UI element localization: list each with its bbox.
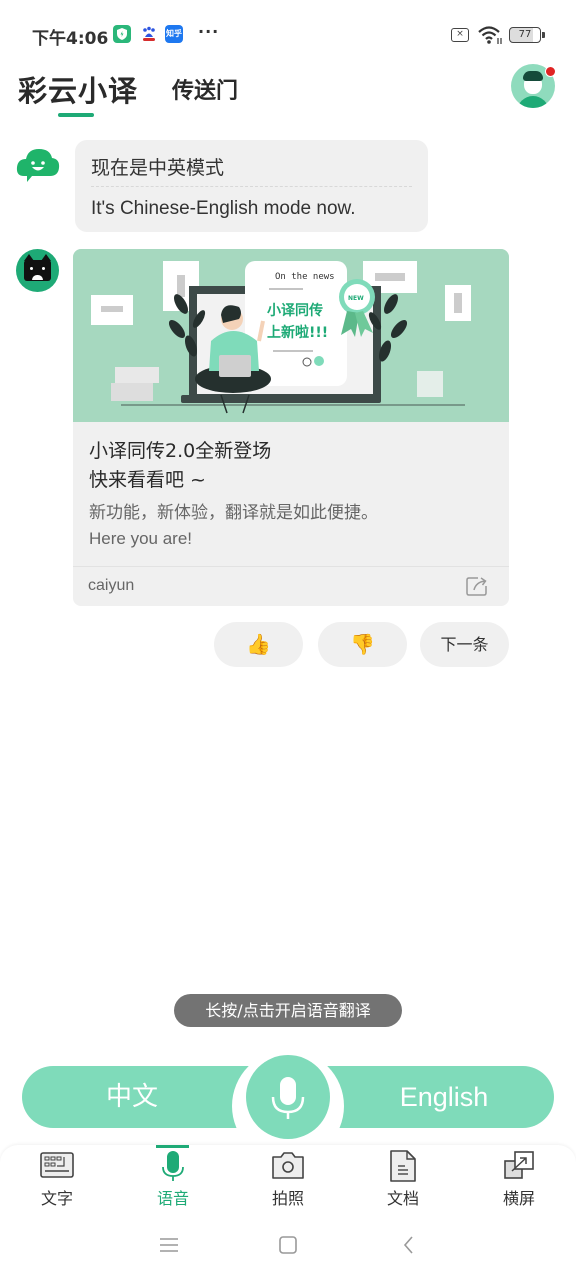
card-description: 新功能，新体验，翻译就是如此便捷。 Here you are! — [89, 500, 378, 552]
mode-message-chinese: 现在是中英模式 — [91, 157, 225, 179]
mode-message-bubble: 现在是中英模式 It's Chinese-English mode now. — [75, 140, 428, 232]
card-title-line-2: 快来看看吧 ~ — [89, 469, 206, 491]
microphone-icon — [156, 1150, 190, 1181]
no-sim-icon: × — [451, 28, 469, 42]
share-icon[interactable] — [466, 576, 488, 596]
nav-label-text: 文字 — [40, 1189, 73, 1208]
card-title-line-1: 小译同传2.0全新登场 — [89, 440, 272, 462]
next-button[interactable]: 下一条 — [420, 622, 509, 667]
back-icon[interactable] — [397, 1233, 421, 1257]
bubble-divider — [91, 186, 412, 187]
tab-portal[interactable]: 传送门 — [172, 73, 238, 105]
landscape-icon — [502, 1150, 536, 1180]
avatar-hair — [523, 71, 543, 81]
source-language-button[interactable]: 中文 — [22, 1066, 262, 1128]
tab-caiyun-translate[interactable]: 彩云小译 — [18, 68, 138, 110]
camera-icon — [271, 1150, 305, 1180]
nav-item-text[interactable]: 文字 — [17, 1145, 97, 1213]
news-banner-image[interactable]: On the news 小译同传 上新啦!!! NEW — [73, 249, 509, 422]
wifi-icon — [477, 24, 503, 46]
nav-item-document[interactable]: 文档 — [363, 1145, 443, 1213]
baidu-app-icon — [140, 25, 158, 43]
bottom-nav: 文字 语音 拍照 文档 横屏 — [0, 1145, 576, 1213]
home-icon[interactable] — [276, 1233, 300, 1257]
card-divider — [73, 566, 509, 567]
banner-new-badge: NEW — [348, 295, 364, 302]
banner-header-text: On the news — [275, 272, 335, 282]
like-button[interactable]: 👍 — [214, 622, 303, 667]
thumbs-up-icon: 👍 — [246, 632, 271, 656]
news-card[interactable]: On the news 小译同传 上新啦!!! NEW 小译同传2.0全新登场 … — [73, 249, 509, 606]
card-desc-line-1: 新功能，新体验，翻译就是如此便捷。 — [89, 503, 378, 523]
mode-message-english: It's Chinese-English mode now. — [91, 198, 356, 219]
card-desc-line-2: Here you are! — [89, 529, 192, 548]
banner-headline-2: 上新啦!!! — [267, 324, 328, 341]
nav-item-voice[interactable]: 语音 — [133, 1145, 213, 1213]
nav-item-landscape[interactable]: 横屏 — [479, 1145, 559, 1213]
card-source: caiyun — [88, 577, 135, 594]
dislike-button[interactable]: 👎 — [318, 622, 407, 667]
shield-app-icon — [113, 25, 131, 43]
menu-icon[interactable] — [157, 1233, 181, 1257]
target-language-button[interactable]: English — [314, 1066, 554, 1128]
battery-indicator: 77 — [509, 27, 545, 43]
more-notifications-icon: ··· — [198, 22, 220, 41]
voice-record-button[interactable] — [246, 1055, 330, 1139]
zhihu-app-icon: 知乎 — [165, 25, 183, 43]
nav-label-voice: 语音 — [156, 1189, 189, 1208]
document-icon — [386, 1150, 420, 1182]
thumbs-down-icon: 👎 — [350, 632, 375, 656]
banner-headline-1: 小译同传 — [267, 302, 323, 319]
nav-label-photo: 拍照 — [271, 1189, 304, 1208]
keyboard-icon — [40, 1150, 74, 1180]
microphone-icon — [271, 1077, 305, 1119]
avatar-body — [517, 96, 549, 108]
header: 彩云小译 传送门 — [0, 60, 576, 120]
cat-bot-avatar — [16, 249, 59, 292]
caiyun-bot-icon — [16, 146, 60, 182]
system-nav-bar — [0, 1213, 576, 1280]
notification-dot — [545, 66, 556, 77]
nav-label-landscape: 横屏 — [502, 1189, 535, 1208]
cat-face-icon — [24, 254, 51, 281]
card-title: 小译同传2.0全新登场 快来看看吧 ~ — [89, 437, 271, 495]
nav-item-photo[interactable]: 拍照 — [248, 1145, 328, 1213]
nav-label-document: 文档 — [386, 1189, 419, 1208]
status-time: 下午4:06 — [32, 29, 109, 49]
voice-hint-tooltip: 长按/点击开启语音翻译 — [174, 994, 402, 1027]
active-tab-indicator — [58, 113, 94, 117]
